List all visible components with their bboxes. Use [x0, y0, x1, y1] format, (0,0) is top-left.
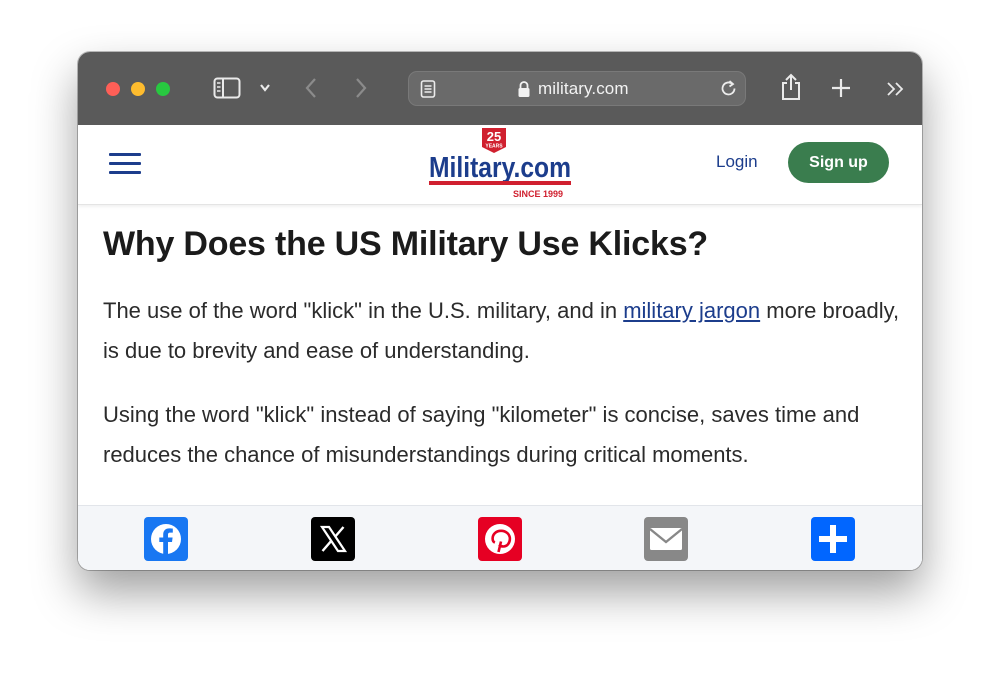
x-icon	[319, 525, 348, 553]
more-share-button[interactable]	[811, 517, 855, 561]
more-icon[interactable]	[886, 81, 904, 97]
logo-badge-word: YEARS	[485, 144, 503, 150]
url-text[interactable]: military.com	[538, 79, 629, 99]
share-icon[interactable]	[780, 73, 802, 101]
facebook-share-button[interactable]	[144, 517, 188, 561]
reload-icon[interactable]	[719, 79, 738, 98]
back-icon[interactable]	[304, 77, 318, 99]
address-bar[interactable]: military.com	[408, 71, 746, 106]
article-paragraph-2: Using the word "klick" instead of saying…	[103, 402, 860, 467]
sidebar-icon[interactable]	[213, 77, 241, 99]
close-window-button[interactable]	[106, 82, 120, 96]
para1-text-before: The use of the word "klick" in the U.S. …	[103, 298, 624, 323]
logo-badge-number: 25	[487, 129, 501, 144]
facebook-icon	[151, 524, 181, 555]
forward-icon[interactable]	[354, 77, 368, 99]
login-link[interactable]: Login	[716, 152, 758, 172]
new-tab-icon[interactable]	[831, 78, 851, 98]
military-jargon-link[interactable]: military jargon	[623, 298, 760, 323]
article-paragraph-1: The use of the word "klick" in the U.S. …	[103, 291, 903, 371]
logo-tagline: SINCE 1999	[513, 189, 563, 199]
pinterest-icon	[485, 524, 515, 554]
minimize-window-button[interactable]	[131, 82, 145, 96]
web-page: 25 YEARS Military.com SINCE 1999 Login S…	[78, 125, 922, 570]
zoom-window-button[interactable]	[156, 82, 170, 96]
browser-toolbar: military.com	[78, 52, 922, 125]
article-title: Why Does the US Military Use Klicks?	[103, 225, 708, 263]
article: Why Does the US Military Use Klicks? The…	[103, 225, 903, 467]
mail-icon	[649, 528, 683, 550]
reader-icon[interactable]	[420, 80, 436, 98]
email-share-button[interactable]	[644, 517, 688, 561]
pinterest-share-button[interactable]	[478, 517, 522, 561]
military-logo[interactable]: 25 YEARS Military.com SINCE 1999	[427, 127, 573, 203]
logo-wordmark: Military.com	[429, 152, 571, 184]
browser-window: military.com 25 YEARS Military.com SINCE…	[78, 52, 922, 570]
signup-button[interactable]: Sign up	[788, 142, 889, 183]
menu-icon[interactable]	[109, 153, 141, 175]
x-share-button[interactable]	[311, 517, 355, 561]
chevron-down-icon[interactable]	[259, 83, 271, 93]
site-header: 25 YEARS Military.com SINCE 1999 Login S…	[78, 125, 922, 205]
share-bar	[78, 505, 922, 570]
lock-icon	[517, 80, 531, 98]
plus-icon	[819, 525, 847, 553]
